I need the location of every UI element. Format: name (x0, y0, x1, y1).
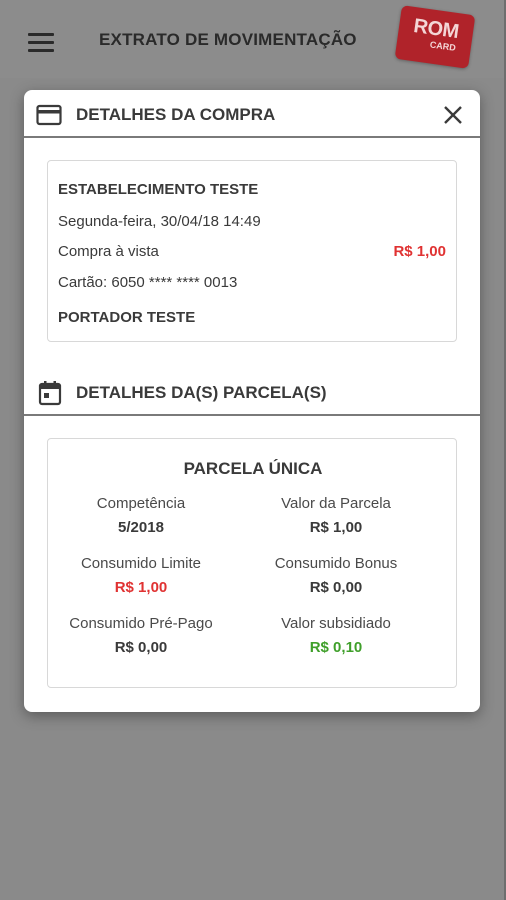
field-valor-subsidiado: Valor subsidiado R$ 0,10 (246, 615, 426, 656)
field-competencia: Competência 5/2018 (51, 495, 231, 536)
field-valor-parcela: Valor da Parcela R$ 1,00 (246, 495, 426, 536)
romcard-logo: ROM CARD (394, 5, 476, 69)
purchase-amount: R$ 1,00 (393, 243, 446, 260)
close-icon[interactable] (442, 104, 464, 126)
purchase-details-dialog: DETALHES DA COMPRA ESTABELECIMENTO TESTE… (24, 90, 480, 712)
installment-title: PARCELA ÚNICA (183, 459, 323, 478)
purchase-card: ESTABELECIMENTO TESTE Segunda-feira, 30/… (47, 160, 457, 342)
purchase-details-title: DETALHES DA COMPRA (76, 105, 276, 124)
field-label: Valor subsidiado (281, 615, 391, 632)
purchase-type: Compra à vista (58, 243, 159, 260)
credit-card-icon (36, 104, 62, 126)
page-title: EXTRATO DE MOVIMENTAÇÃO (99, 30, 357, 49)
establishment-name: ESTABELECIMENTO TESTE (58, 181, 259, 198)
field-label: Competência (96, 495, 186, 512)
field-value: 5/2018 (118, 519, 164, 536)
field-consumido-pre-pago: Consumido Pré-Pago R$ 0,00 (51, 615, 231, 656)
field-label: Consumido Bonus (274, 555, 398, 572)
calendar-icon (38, 381, 62, 406)
installments-title: DETALHES DA(S) PARCELA(S) (76, 383, 327, 402)
card-number: Cartão: 6050 **** **** 0013 (58, 274, 238, 291)
card-holder: PORTADOR TESTE (58, 309, 196, 326)
purchase-datetime: Segunda-feira, 30/04/18 14:49 (58, 213, 261, 230)
field-consumido-bonus: Consumido Bonus R$ 0,00 (246, 555, 426, 596)
field-value: R$ 0,00 (114, 639, 168, 656)
menu-icon[interactable] (28, 33, 54, 53)
field-label: Consumido Limite (80, 555, 202, 572)
field-label: Consumido Pré-Pago (69, 615, 213, 632)
installments-header: DETALHES DA(S) PARCELA(S) (24, 368, 480, 416)
field-value: R$ 1,00 (309, 519, 363, 536)
field-value: R$ 0,10 (309, 639, 363, 656)
installment-card: PARCELA ÚNICA Competência 5/2018 Valor d… (47, 438, 457, 688)
field-value: R$ 1,00 (114, 579, 168, 596)
purchase-details-header: DETALHES DA COMPRA (24, 90, 480, 138)
field-label: Valor da Parcela (281, 495, 391, 512)
field-consumido-limite: Consumido Limite R$ 1,00 (51, 555, 231, 596)
app-bar: EXTRATO DE MOVIMENTAÇÃO ROM CARD (0, 0, 506, 78)
field-value: R$ 0,00 (309, 579, 363, 596)
